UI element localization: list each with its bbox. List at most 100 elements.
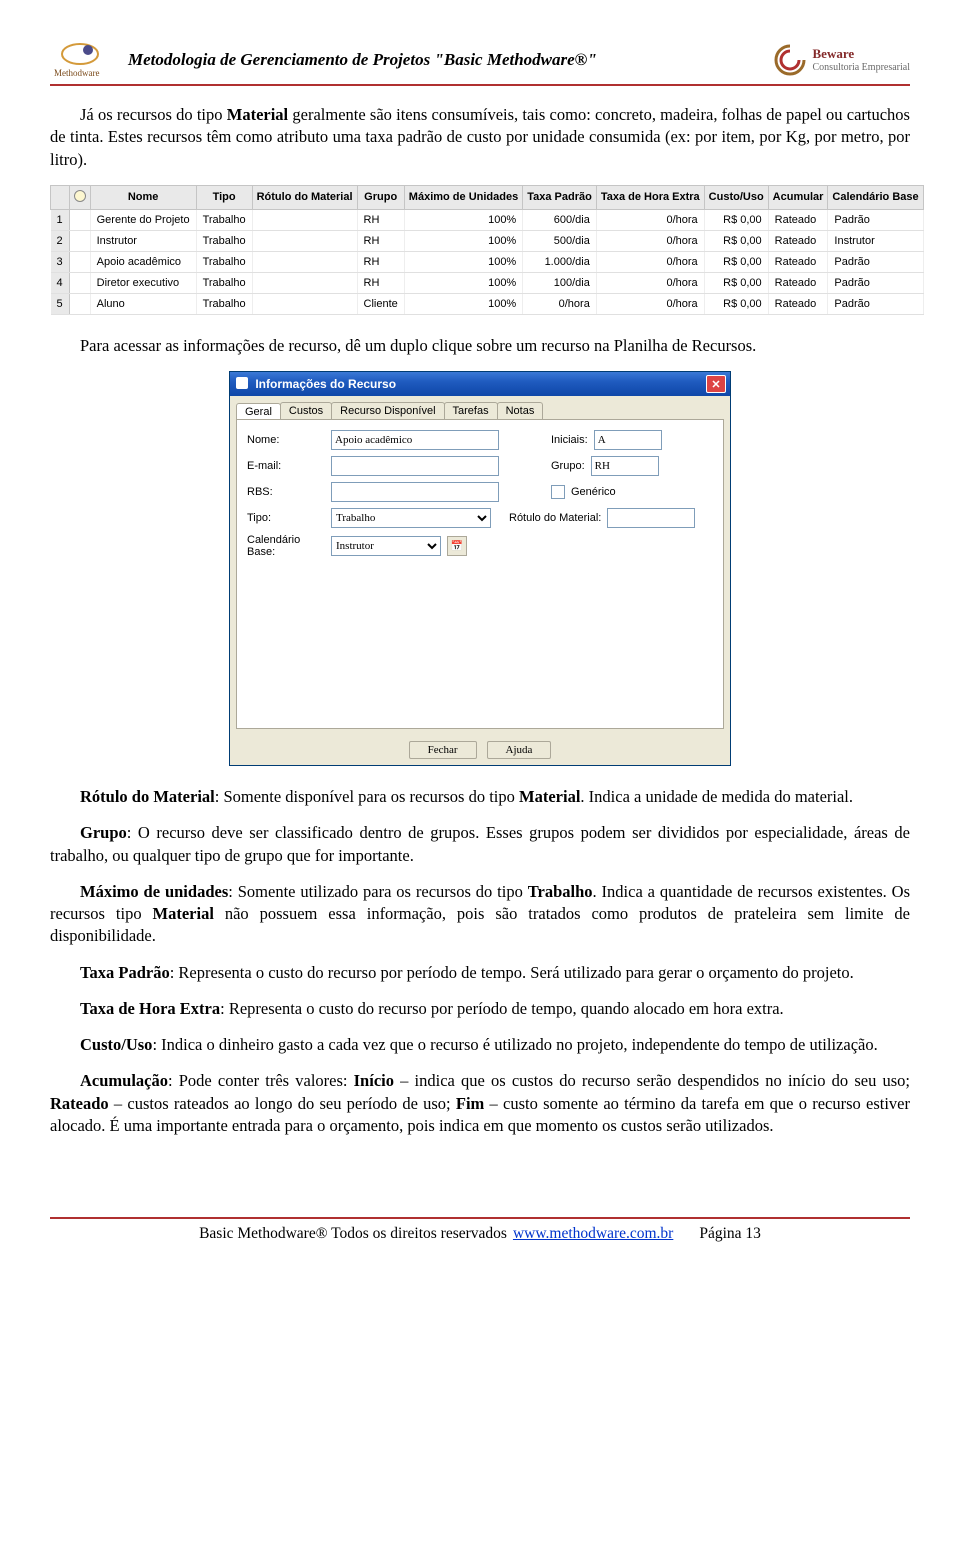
tab-geral[interactable]: Geral — [236, 403, 281, 420]
col-rotulo: Rótulo do Material — [252, 185, 357, 209]
cell-taxa: 100/dia — [523, 272, 597, 293]
nome-field[interactable] — [331, 430, 499, 450]
cell-nome: Instrutor — [90, 230, 196, 251]
cell-tipo: Trabalho — [196, 293, 252, 314]
cell-rotulo — [252, 251, 357, 272]
ajuda-button[interactable]: Ajuda — [487, 741, 552, 759]
cell-nome: Gerente do Projeto — [90, 209, 196, 230]
calbase-select[interactable]: Instrutor — [331, 536, 441, 556]
paragraph-maximo: Máximo de unidades: Somente utilizado pa… — [50, 881, 910, 948]
cell-grupo: RH — [357, 209, 404, 230]
tipo-select[interactable]: Trabalho — [331, 508, 491, 528]
dialog-title: Informações do Recurso — [236, 377, 396, 391]
email-field[interactable] — [331, 456, 499, 476]
tab-custos[interactable]: Custos — [280, 402, 332, 419]
cell-max: 100% — [404, 251, 522, 272]
calendar-icon[interactable]: 📅 — [447, 536, 467, 556]
page-header-title: Metodologia de Gerenciamento de Projetos… — [128, 50, 597, 70]
col-nome: Nome — [90, 185, 196, 209]
cell-custo: R$ 0,00 — [704, 272, 768, 293]
cell-tipo: Trabalho — [196, 230, 252, 251]
cell-grupo: RH — [357, 230, 404, 251]
cell-extra: 0/hora — [596, 293, 704, 314]
dialog-tabs: Geral Custos Recurso Disponível Tarefas … — [230, 396, 730, 419]
row-indicator — [69, 293, 90, 314]
iniciais-label: Iniciais: — [551, 434, 588, 446]
cell-custo: R$ 0,00 — [704, 230, 768, 251]
iniciais-field[interactable] — [594, 430, 662, 450]
email-label: E-mail: — [247, 460, 325, 472]
cell-rotulo — [252, 293, 357, 314]
nome-label: Nome: — [247, 434, 325, 446]
cell-taxa: 500/dia — [523, 230, 597, 251]
dialog-titlebar[interactable]: Informações do Recurso ✕ — [230, 372, 730, 396]
cell-max: 100% — [404, 230, 522, 251]
resource-info-dialog: Informações do Recurso ✕ Geral Custos Re… — [229, 371, 731, 766]
tab-notas[interactable]: Notas — [497, 402, 544, 419]
cell-extra: 0/hora — [596, 209, 704, 230]
col-custo: Custo/Uso — [704, 185, 768, 209]
cell-rotulo — [252, 209, 357, 230]
cell-extra: 0/hora — [596, 230, 704, 251]
footer-text: Basic Methodware® Todos os direitos rese… — [199, 1225, 507, 1243]
paragraph-acumulacao: Acumulação: Pode conter três valores: In… — [50, 1070, 910, 1137]
table-row[interactable]: 3Apoio acadêmicoTrabalhoRH100%1.000/dia0… — [51, 251, 924, 272]
footer: Basic Methodware® Todos os direitos rese… — [50, 1217, 910, 1243]
paragraph-custo-uso: Custo/Uso: Indica o dinheiro gasto a cad… — [50, 1034, 910, 1056]
table-rownum-header — [51, 185, 70, 209]
cell-custo: R$ 0,00 — [704, 293, 768, 314]
grupo-label: Grupo: — [551, 460, 585, 472]
tab-recurso-disponivel[interactable]: Recurso Disponível — [331, 402, 444, 419]
cell-acum: Rateado — [768, 230, 828, 251]
cell-cal: Padrão — [828, 272, 923, 293]
fechar-button[interactable]: Fechar — [409, 741, 477, 759]
cell-cal: Instrutor — [828, 230, 923, 251]
footer-link[interactable]: www.methodware.com.br — [513, 1225, 673, 1243]
cell-taxa: 600/dia — [523, 209, 597, 230]
cell-custo: R$ 0,00 — [704, 209, 768, 230]
paragraph-intro: Já os recursos do tipo Material geralmen… — [50, 104, 910, 171]
col-acum: Acumular — [768, 185, 828, 209]
row-number: 2 — [51, 230, 70, 251]
beware-logo-icon — [773, 43, 807, 77]
paragraph-access: Para acessar as informações de recurso, … — [50, 335, 910, 357]
col-grupo: Grupo — [357, 185, 404, 209]
cell-cal: Padrão — [828, 209, 923, 230]
beware-logo-sub: Consultoria Empresarial — [813, 62, 910, 73]
svg-text:Methodware: Methodware — [54, 68, 99, 78]
cell-cal: Padrão — [828, 293, 923, 314]
table-row[interactable]: 5AlunoTrabalhoCliente100%0/hora0/horaR$ … — [51, 293, 924, 314]
cell-max: 100% — [404, 209, 522, 230]
close-icon[interactable]: ✕ — [706, 375, 726, 393]
cell-grupo: RH — [357, 272, 404, 293]
resource-table: Nome Tipo Rótulo do Material Grupo Máxim… — [50, 185, 924, 315]
beware-logo: Beware Consultoria Empresarial — [773, 43, 910, 77]
cell-taxa: 1.000/dia — [523, 251, 597, 272]
cell-nome: Apoio acadêmico — [90, 251, 196, 272]
cell-acum: Rateado — [768, 293, 828, 314]
methodware-logo-icon: Methodware — [50, 40, 120, 80]
calbase-label: Calendário Base: — [247, 534, 325, 558]
rotulo-field[interactable] — [607, 508, 695, 528]
dialog-icon — [236, 377, 248, 389]
row-number: 1 — [51, 209, 70, 230]
row-indicator — [69, 251, 90, 272]
cell-custo: R$ 0,00 — [704, 251, 768, 272]
tab-tarefas[interactable]: Tarefas — [444, 402, 498, 419]
row-number: 5 — [51, 293, 70, 314]
header: Methodware Metodologia de Gerenciamento … — [50, 40, 910, 86]
table-header-row: Nome Tipo Rótulo do Material Grupo Máxim… — [51, 185, 924, 209]
cell-tipo: Trabalho — [196, 272, 252, 293]
paragraph-taxa-extra: Taxa de Hora Extra: Representa o custo d… — [50, 998, 910, 1020]
paragraph-rotulo: Rótulo do Material: Somente disponível p… — [50, 786, 910, 808]
table-row[interactable]: 1Gerente do ProjetoTrabalhoRH100%600/dia… — [51, 209, 924, 230]
generico-checkbox[interactable] — [551, 485, 565, 499]
cell-rotulo — [252, 230, 357, 251]
row-indicator — [69, 230, 90, 251]
rbs-field[interactable] — [331, 482, 499, 502]
grupo-field[interactable] — [591, 456, 659, 476]
cell-nome: Diretor executivo — [90, 272, 196, 293]
table-row[interactable]: 4Diretor executivoTrabalhoRH100%100/dia0… — [51, 272, 924, 293]
table-row[interactable]: 2InstrutorTrabalhoRH100%500/dia0/horaR$ … — [51, 230, 924, 251]
rotulo-label: Rótulo do Material: — [509, 512, 601, 524]
